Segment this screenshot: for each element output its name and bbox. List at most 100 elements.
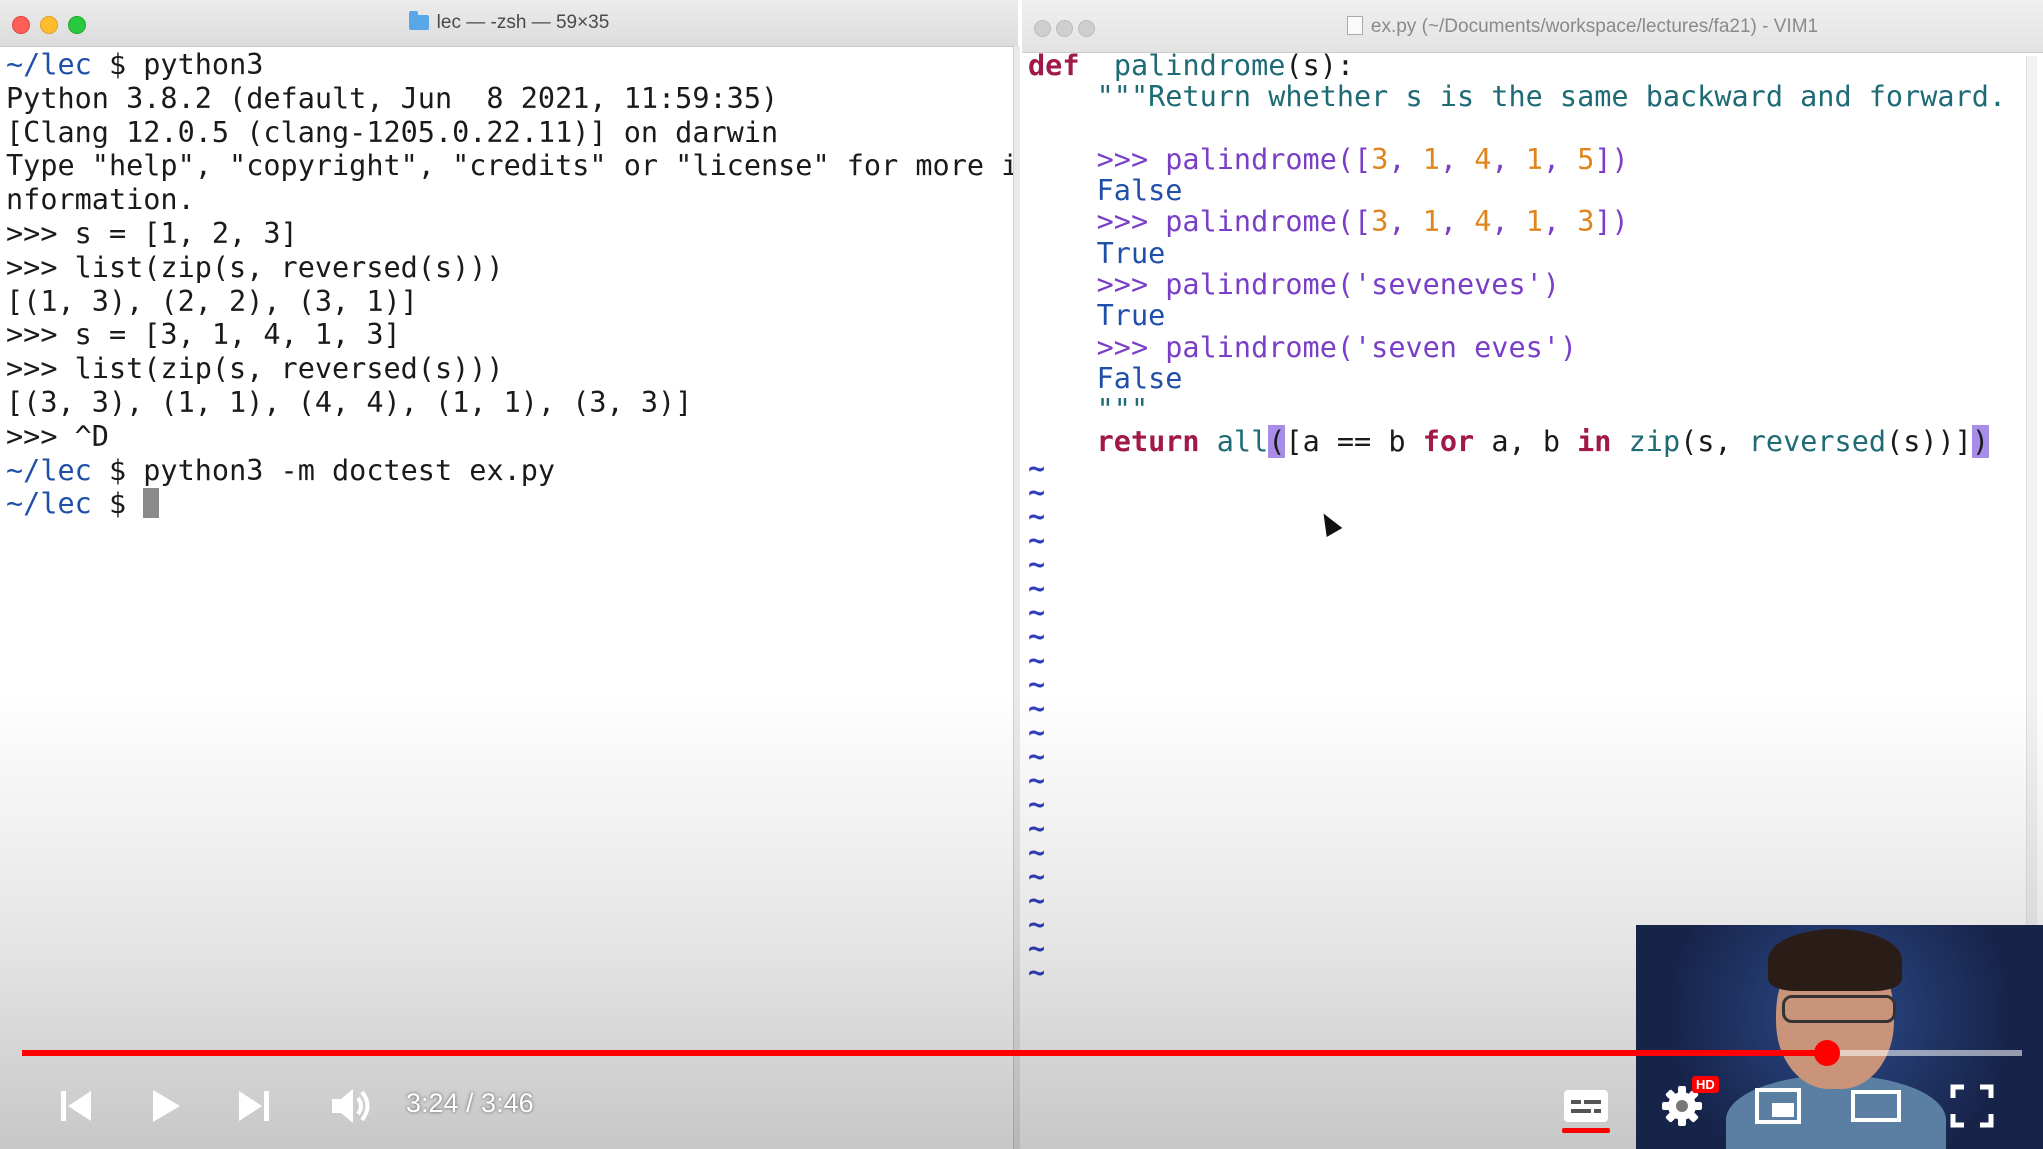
code-line: """ — [1028, 394, 2018, 425]
empty-buffer-line: ~ — [1028, 643, 1046, 677]
code-token: """Return whether s is the same backward… — [1096, 80, 2007, 114]
code-token: a, b — [1474, 424, 1578, 458]
captions-button[interactable] — [1560, 1082, 1612, 1130]
code-token: , — [1388, 142, 1423, 176]
code-token: 4 — [1474, 205, 1492, 239]
volume-button[interactable] — [326, 1082, 376, 1130]
code-token: 1 — [1525, 142, 1543, 176]
code-token: reversed — [1748, 424, 1887, 458]
fullscreen-button[interactable] — [1946, 1082, 1998, 1130]
code-token: in — [1577, 424, 1612, 458]
miniplayer-icon — [1755, 1088, 1801, 1124]
terminal-line-text: Python 3.8.2 (default, Jun 8 2021, 11:59… — [6, 81, 779, 115]
terminal-line-text: $ — [91, 487, 144, 521]
terminal-line: >>> list(zip(s, reversed(s))) — [6, 251, 1011, 285]
code-token: ]) — [1594, 142, 1629, 176]
terminal-line-text: >>> s = [3, 1, 4, 1, 3] — [6, 318, 401, 352]
vim-titlebar[interactable]: ex.py (~/Documents/workspace/lectures/fa… — [1022, 0, 2043, 53]
file-icon — [1346, 16, 1363, 35]
code-token: , — [1439, 142, 1475, 176]
minimize-window-button[interactable] — [1056, 20, 1073, 37]
terminal-cursor — [143, 488, 160, 519]
terminal-line: ~/lec $ — [6, 487, 1011, 521]
fullscreen-icon — [1950, 1084, 1994, 1128]
play-button[interactable] — [144, 1082, 188, 1130]
folder-icon — [408, 11, 429, 30]
code-token: return — [1096, 424, 1200, 458]
presenter-hair — [1768, 929, 1902, 991]
code-token: 1 — [1422, 205, 1440, 239]
code-token: , — [1491, 205, 1526, 239]
code-token: 5 — [1577, 142, 1595, 176]
terminal-line: >>> list(zip(s, reversed(s))) — [6, 352, 1011, 386]
time-display: 3:24 / 3:46 — [406, 1088, 534, 1118]
terminal-line-text: $ python3 — [91, 48, 264, 81]
code-token: , — [1491, 142, 1526, 176]
miniplayer-button[interactable] — [1752, 1082, 1804, 1130]
skip-previous-button[interactable] — [54, 1082, 98, 1130]
terminal-titlebar[interactable]: lec — -zsh — 59×35 — [0, 0, 1018, 47]
empty-buffer-line: ~ — [1028, 619, 1046, 653]
captions-icon — [1564, 1090, 1608, 1122]
terminal-line: [(3, 3), (1, 1), (4, 4), (1, 1), (3, 3)] — [6, 386, 1011, 420]
close-window-button[interactable] — [1034, 20, 1051, 37]
theater-mode-button[interactable] — [1848, 1082, 1904, 1130]
progress-played — [22, 1050, 1828, 1056]
skip-next-icon — [239, 1091, 269, 1121]
code-token: 1 — [1422, 142, 1440, 176]
code-token: ]) — [1594, 205, 1629, 239]
terminal-line-text: $ python3 -m doctest ex.py — [91, 453, 556, 487]
zoom-window-button[interactable] — [1078, 20, 1095, 37]
terminal-line: Python 3.8.2 (default, Jun 8 2021, 11:59… — [6, 82, 1011, 116]
terminal-title: lec — -zsh — 59×35 — [0, 11, 1018, 34]
vim-title: ex.py (~/Documents/workspace/lectures/fa… — [1122, 16, 2043, 38]
code-line: >>> palindrome('seven eves') — [1028, 332, 2018, 363]
captions-active-indicator — [1562, 1128, 1610, 1133]
code-token: , — [1542, 205, 1578, 239]
code-token: all — [1216, 424, 1269, 458]
code-token: 3 — [1371, 142, 1389, 176]
code-token: False — [1096, 361, 1183, 395]
code-token: , — [1388, 205, 1423, 239]
terminal-line: >>> s = [1, 2, 3] — [6, 217, 1011, 251]
skip-previous-icon — [61, 1091, 91, 1121]
play-icon — [153, 1090, 180, 1122]
code-line: return all([a == b for a, b in zip(s, re… — [1028, 424, 2018, 458]
empty-buffer-line: ~ — [1028, 571, 1046, 605]
code-line: False — [1028, 363, 2018, 394]
code-token: >>> palindrome([ — [1096, 142, 1372, 176]
terminal-line-text: nformation. — [6, 183, 195, 217]
code-token: palindrome — [1113, 49, 1286, 82]
code-token: def — [1028, 49, 1080, 82]
terminal-line: ~/lec $ python3 — [6, 48, 1011, 82]
code-line: >>> palindrome([3, 1, 4, 1, 5]) — [1028, 144, 2018, 175]
code-token: False — [1096, 174, 1183, 208]
code-token: zip — [1628, 424, 1681, 458]
empty-buffer-line: ~ — [1028, 595, 1046, 629]
code-token: for — [1422, 424, 1475, 458]
volume-icon — [332, 1089, 370, 1123]
code-token: 4 — [1474, 142, 1492, 176]
terminal-output[interactable]: ~/lec $ python3 Python 3.8.2 (default, Ju… — [6, 48, 1018, 521]
terminal-line: ~/lec $ python3 -m doctest ex.py — [6, 454, 1011, 488]
terminal-line: >>> ^D — [6, 420, 1011, 454]
code-line: True — [1028, 238, 2018, 269]
code-token: ( — [1268, 424, 1286, 458]
progress-bar[interactable] — [22, 1040, 2022, 1066]
empty-buffer-line: ~ — [1028, 451, 1046, 485]
code-token: True — [1096, 236, 1166, 270]
code-token: ) — [1971, 424, 1990, 458]
code-token: >>> palindrome([ — [1096, 205, 1372, 239]
skip-next-button[interactable] — [232, 1082, 276, 1130]
empty-buffer-line: ~ — [1028, 475, 1046, 509]
